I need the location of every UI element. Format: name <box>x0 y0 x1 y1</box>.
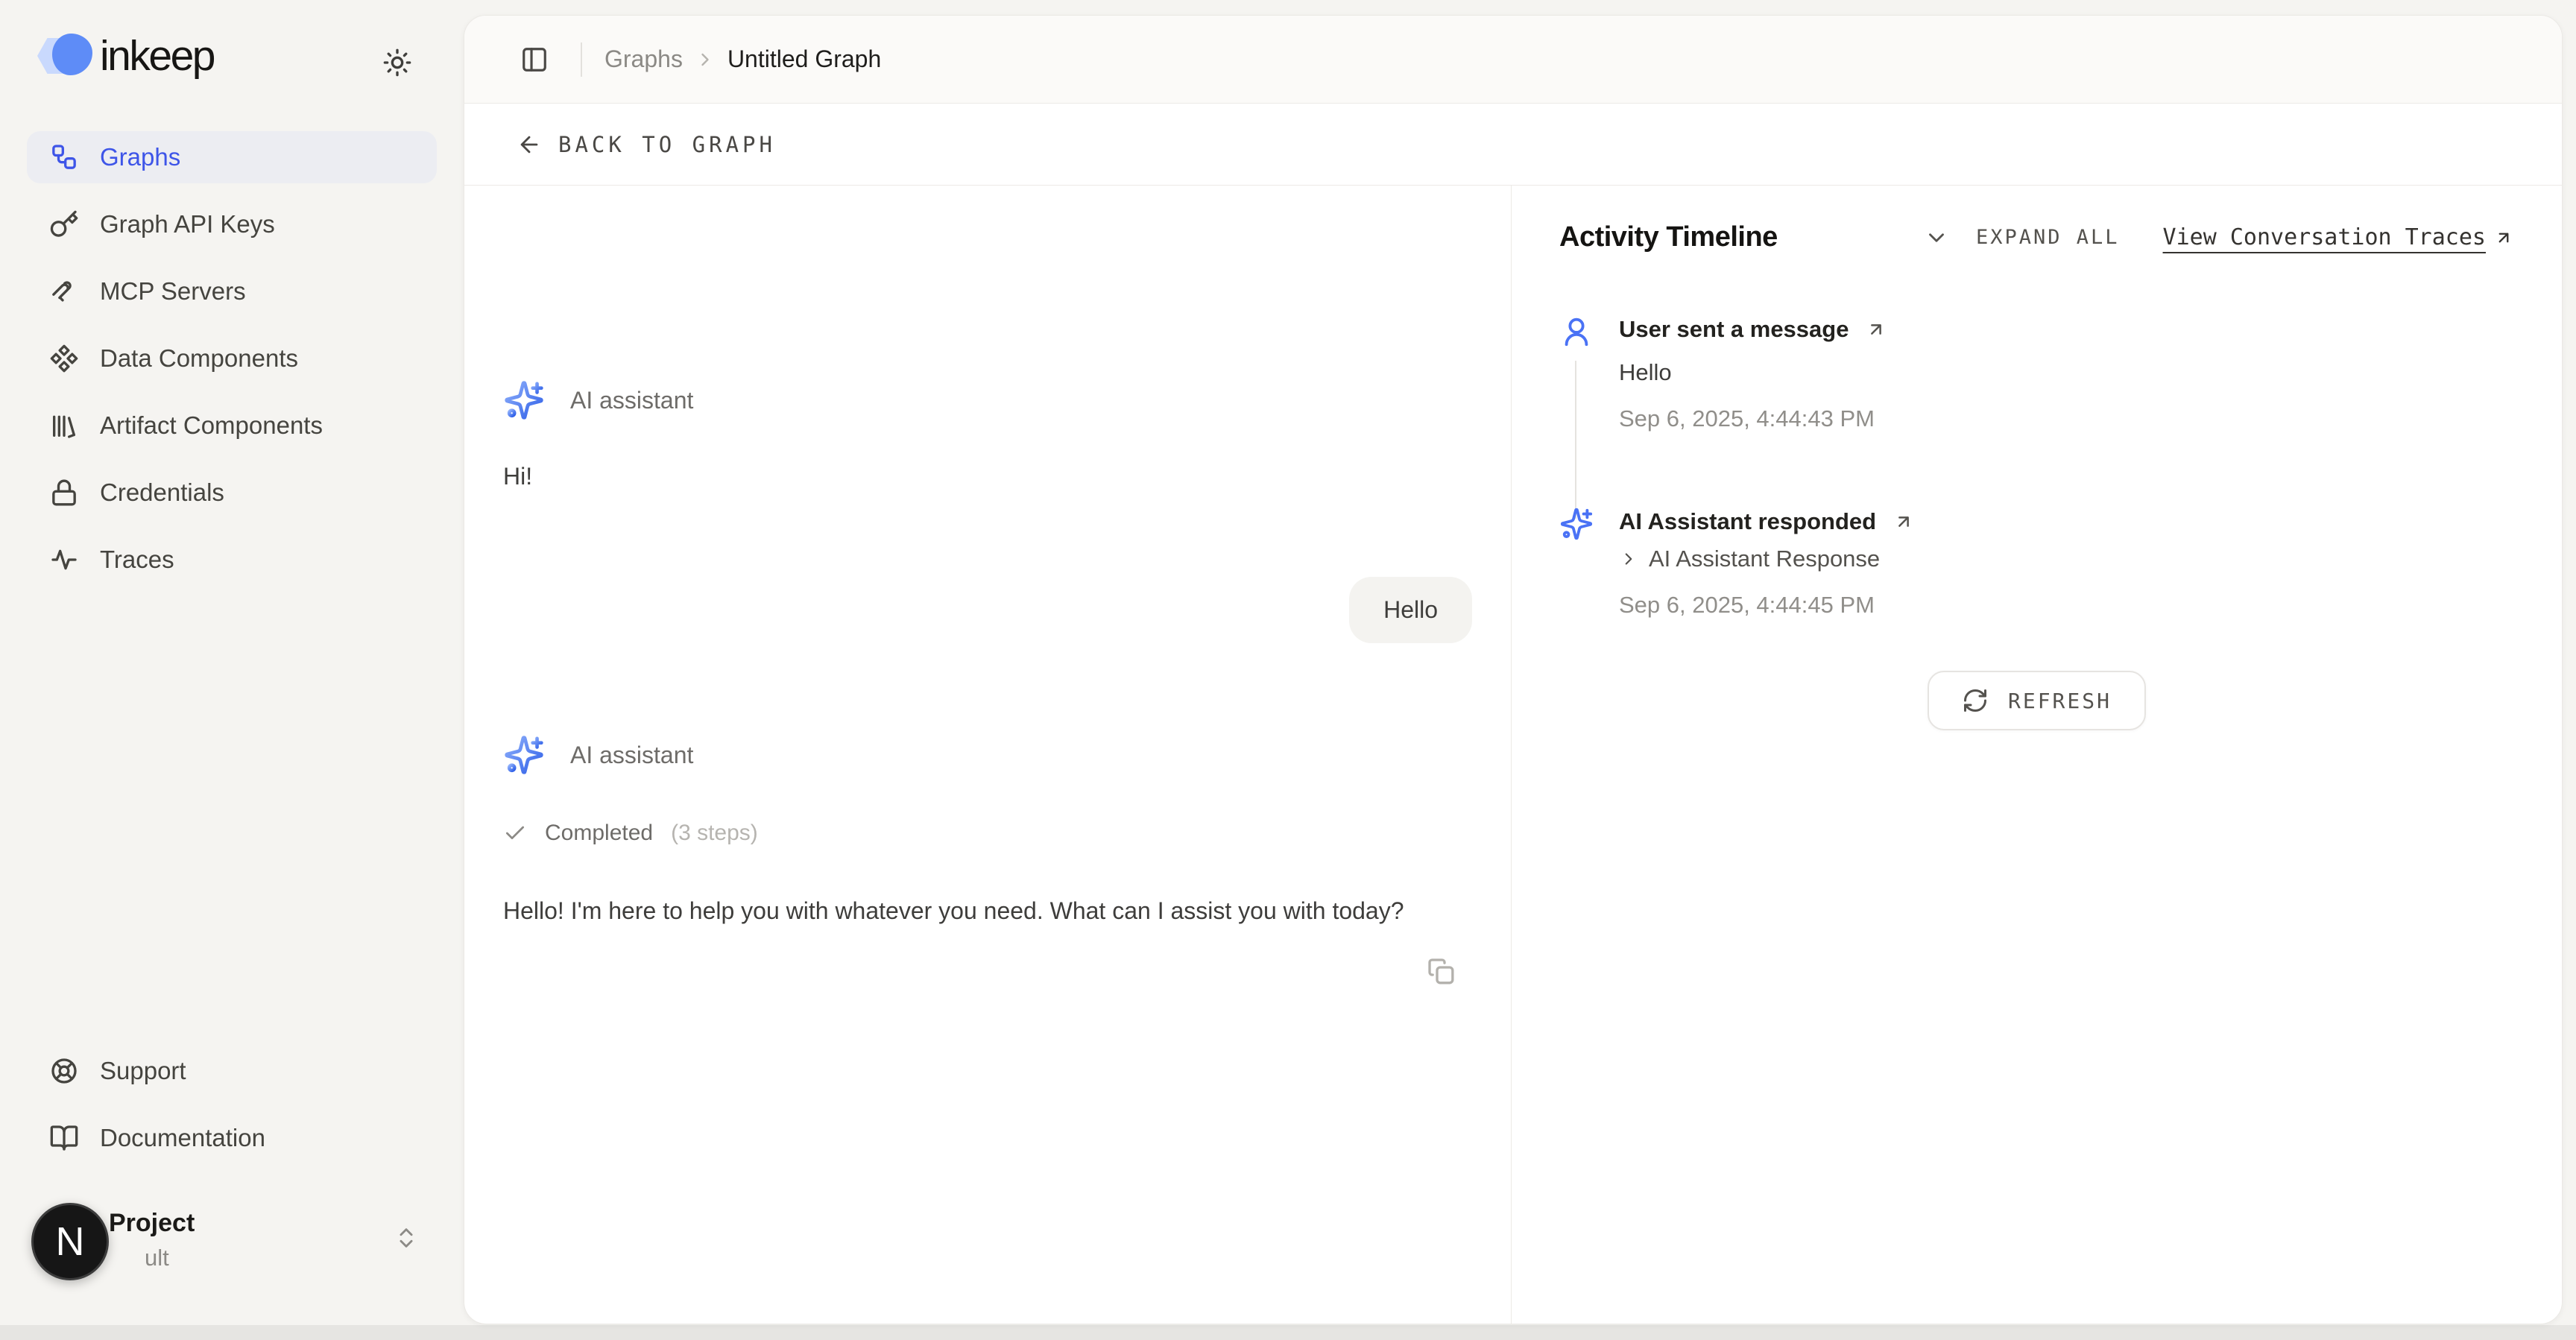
life-buoy-icon <box>49 1056 79 1086</box>
check-icon <box>503 821 527 845</box>
sun-icon <box>382 48 412 78</box>
sidebar-item-documentation[interactable]: Documentation <box>27 1112 437 1164</box>
activity-icon <box>49 545 79 575</box>
collapse-toggle-button[interactable] <box>1924 225 1949 250</box>
timeline-event-assistant-response: AI Assistant responded AI Assistant Resp… <box>1559 507 2514 619</box>
inkeep-logo-icon <box>37 32 91 80</box>
assistant-header: AI assistant <box>503 734 1472 776</box>
toolbar: BACK TO GRAPH <box>464 104 2562 186</box>
assistant-header: AI assistant <box>503 379 1472 421</box>
sidebar-item-label: Data Components <box>100 344 298 373</box>
timeline-connector <box>1575 361 1576 519</box>
project-subtitle: ult <box>145 1245 169 1271</box>
status-steps: (3 steps) <box>671 821 758 846</box>
main-panel: Graphs Untitled Graph BACK TO GRAPH <box>464 15 2563 1324</box>
book-open-icon <box>49 1123 79 1153</box>
workflow-icon <box>49 142 79 172</box>
arrow-left-icon <box>517 132 542 157</box>
sidebar-nav: Graphs Graph API Keys MCP Servers <box>27 131 437 586</box>
breadcrumb-current: Untitled Graph <box>727 45 881 73</box>
response-expander[interactable]: AI Assistant Response <box>1619 546 2514 572</box>
sidebar-item-label: Credentials <box>100 478 224 507</box>
breadcrumb-graphs[interactable]: Graphs <box>604 45 683 73</box>
chevrons-up-down-icon <box>394 1225 419 1251</box>
sidebar-item-traces[interactable]: Traces <box>27 534 437 586</box>
user-message-bubble: Hello <box>1349 577 1472 643</box>
project-switcher[interactable]: N Project ult <box>27 1206 437 1295</box>
mcp-icon <box>49 276 79 306</box>
event-title-link[interactable]: User sent a message <box>1619 316 2514 343</box>
sidebar-item-label: Support <box>100 1057 186 1085</box>
arrow-up-right-icon <box>1865 318 1887 341</box>
sidebar-item-graphs[interactable]: Graphs <box>27 131 437 183</box>
sparkles-icon <box>1559 507 1619 541</box>
nextjs-dev-badge[interactable]: N <box>31 1203 109 1280</box>
sidebar-item-credentials[interactable]: Credentials <box>27 467 437 519</box>
sidebar: inkeep Graphs Graph API Key <box>0 0 464 1340</box>
sparkles-icon <box>503 379 545 421</box>
user-icon <box>1559 315 1619 349</box>
sidebar-item-support[interactable]: Support <box>27 1045 437 1097</box>
sidebar-toggle-button[interactable] <box>514 39 555 80</box>
sidebar-item-mcp-servers[interactable]: MCP Servers <box>27 265 437 317</box>
refresh-label: REFRESH <box>2008 689 2112 713</box>
event-body: Hello <box>1619 359 2514 386</box>
event-title-link[interactable]: AI Assistant responded <box>1619 508 2514 535</box>
event-timestamp: Sep 6, 2025, 4:44:45 PM <box>1619 592 2514 619</box>
completion-status: Completed (3 steps) <box>503 821 1472 846</box>
sidebar-item-label: Graphs <box>100 143 180 171</box>
event-title: User sent a message <box>1619 316 1849 343</box>
sidebar-item-label: Graph API Keys <box>100 210 275 238</box>
view-traces-label: View Conversation Traces <box>2163 224 2486 250</box>
assistant-message: Hello! I'm here to help you with whateve… <box>503 892 1472 931</box>
view-conversation-traces-link[interactable]: View Conversation Traces <box>2163 224 2514 250</box>
sidebar-item-label: Traces <box>100 546 174 574</box>
event-title: AI Assistant responded <box>1619 508 1876 535</box>
assistant-label: AI assistant <box>570 742 693 769</box>
chevron-right-icon <box>695 49 716 70</box>
key-icon <box>49 209 79 239</box>
theme-toggle-button[interactable] <box>376 41 419 84</box>
expander-label: AI Assistant Response <box>1649 546 1880 572</box>
lock-icon <box>49 478 79 508</box>
sidebar-item-label: Artifact Components <box>100 411 323 440</box>
sparkles-icon <box>503 734 545 776</box>
refresh-icon <box>1962 687 1989 714</box>
panel-left-icon <box>520 45 549 74</box>
header-divider <box>581 42 582 77</box>
chevron-right-icon <box>1619 549 1638 569</box>
assistant-label: AI assistant <box>570 387 693 414</box>
activity-timeline-panel: Activity Timeline EXPAND ALL View Conver… <box>1511 186 2562 1324</box>
arrow-up-right-icon <box>2493 227 2514 248</box>
library-icon <box>49 411 79 440</box>
timeline-event-user-message: User sent a message Hello Sep 6, 2025, 4… <box>1559 315 2514 432</box>
project-title: Project <box>109 1209 195 1238</box>
sidebar-item-label: MCP Servers <box>100 277 246 306</box>
inkeep-logo-wordmark: inkeep <box>100 31 214 80</box>
component-icon <box>49 344 79 373</box>
event-timestamp: Sep 6, 2025, 4:44:43 PM <box>1619 405 2514 432</box>
expand-all-button[interactable]: EXPAND ALL <box>1976 226 2120 249</box>
timeline-title: Activity Timeline <box>1559 221 1778 253</box>
sidebar-item-graph-api-keys[interactable]: Graph API Keys <box>27 198 437 250</box>
refresh-button[interactable]: REFRESH <box>1928 671 2146 730</box>
sidebar-item-label: Documentation <box>100 1124 265 1152</box>
copy-button[interactable] <box>1426 956 1456 986</box>
status-label: Completed <box>545 821 653 846</box>
chevron-down-icon <box>1924 225 1949 250</box>
sidebar-item-artifact-components[interactable]: Artifact Components <box>27 399 437 452</box>
sidebar-item-data-components[interactable]: Data Components <box>27 332 437 385</box>
back-to-graph-link[interactable]: BACK TO GRAPH <box>517 132 776 157</box>
arrow-up-right-icon <box>1892 511 1915 533</box>
chat-preview-panel: AI assistant Hi! Hello AI assistant <box>464 186 1511 1324</box>
breadcrumb-bar: Graphs Untitled Graph <box>464 16 2562 104</box>
back-to-graph-label: BACK TO GRAPH <box>558 132 776 157</box>
assistant-message: Hi! <box>503 463 1472 490</box>
